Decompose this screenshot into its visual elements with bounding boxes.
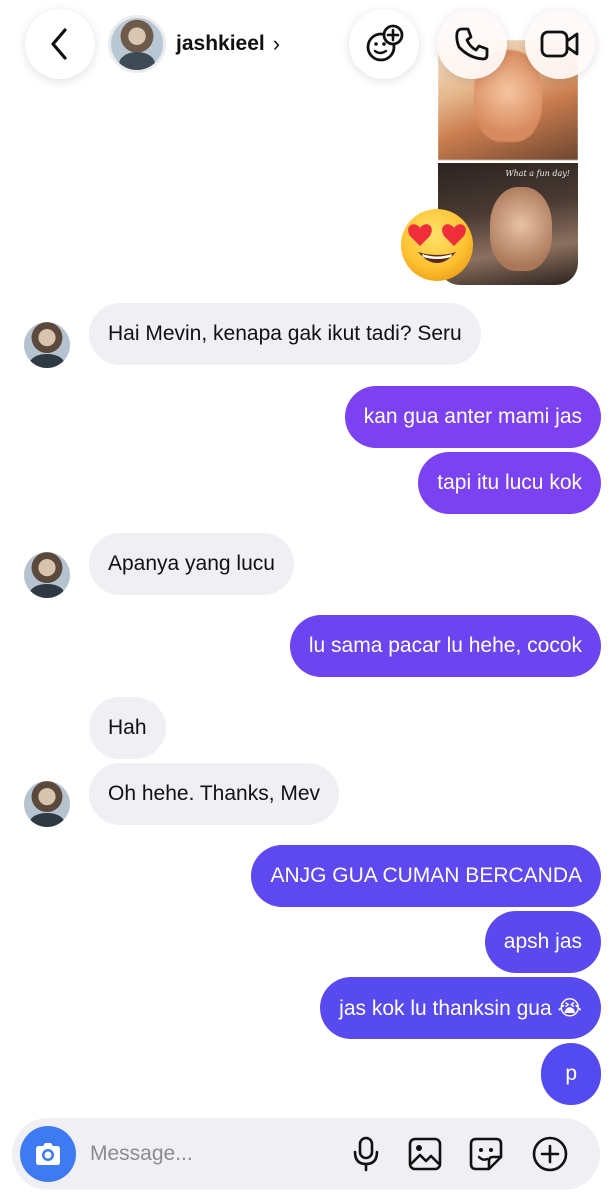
sticker-icon: [469, 1137, 503, 1171]
photo-caption: What a fun day!: [505, 169, 570, 178]
sticker-button[interactable]: [466, 1134, 506, 1174]
effects-icon: [366, 24, 404, 62]
plus-icon: [532, 1136, 568, 1172]
message-incoming[interactable]: Hah: [89, 697, 166, 759]
message-outgoing[interactable]: ANJG GUA CUMAN BERCANDA: [251, 845, 601, 907]
call-button[interactable]: [437, 9, 507, 79]
message-incoming[interactable]: Apanya yang lucu: [89, 533, 294, 595]
more-button[interactable]: [530, 1134, 570, 1174]
message-composer: [12, 1118, 600, 1190]
video-camera-icon: [540, 30, 579, 58]
message-input[interactable]: [90, 1134, 340, 1174]
message-outgoing[interactable]: apsh jas: [484, 911, 601, 973]
message-outgoing[interactable]: jas kok lu thanksin gua 😭: [320, 977, 601, 1039]
chevron-left-icon: [51, 28, 67, 60]
avatar: [108, 15, 166, 73]
phone-icon: [455, 27, 489, 61]
avatar: [24, 552, 70, 598]
message-outgoing[interactable]: kan gua anter mami jas: [344, 386, 601, 448]
camera-button[interactable]: [20, 1126, 76, 1182]
microphone-icon: [353, 1136, 379, 1172]
chevron-right-icon: ›: [272, 31, 281, 56]
back-button[interactable]: [25, 9, 95, 79]
message-incoming[interactable]: Hai Mevin, kenapa gak ikut tadi? Seru: [89, 303, 481, 365]
microphone-button[interactable]: [346, 1134, 386, 1174]
message-incoming[interactable]: Oh hehe. Thanks, Mev: [89, 763, 340, 825]
message-outgoing[interactable]: lu sama pacar lu hehe, cocok: [289, 615, 601, 677]
conversation-user[interactable]: jashkieel ›: [108, 14, 292, 74]
gallery-button[interactable]: [405, 1134, 445, 1174]
username: jashkieel: [176, 32, 265, 55]
gallery-icon: [408, 1137, 442, 1171]
avatar: [24, 781, 70, 827]
effects-button[interactable]: [349, 9, 419, 79]
camera-icon: [36, 1143, 60, 1165]
heart-eyes-emoji-icon: [401, 209, 473, 281]
message-outgoing[interactable]: p: [541, 1043, 601, 1105]
message-outgoing[interactable]: tapi itu lucu kok: [418, 452, 601, 514]
avatar: [24, 322, 70, 368]
video-call-button[interactable]: [525, 9, 595, 79]
